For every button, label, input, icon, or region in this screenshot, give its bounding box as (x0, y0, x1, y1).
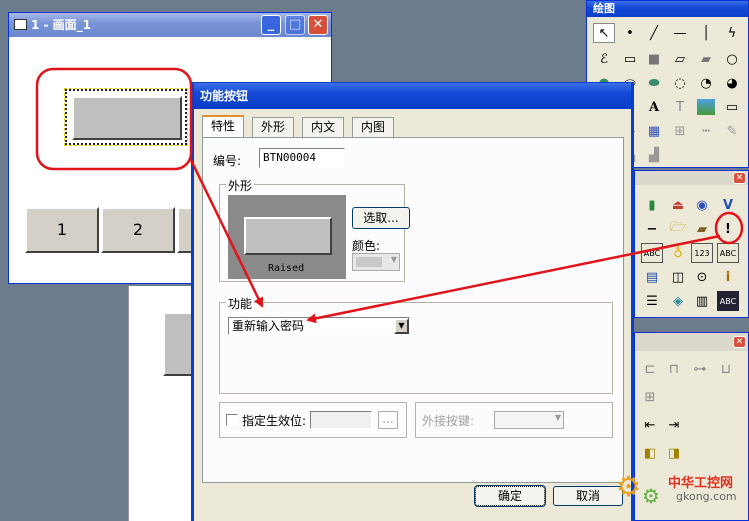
highlight-rounded-rect (35, 67, 193, 171)
highlight-exclaim-circle (714, 211, 744, 245)
arrow-to-function-group (188, 157, 264, 308)
arrow-to-function-select (306, 234, 721, 324)
annotation-overlay (35, 67, 744, 324)
